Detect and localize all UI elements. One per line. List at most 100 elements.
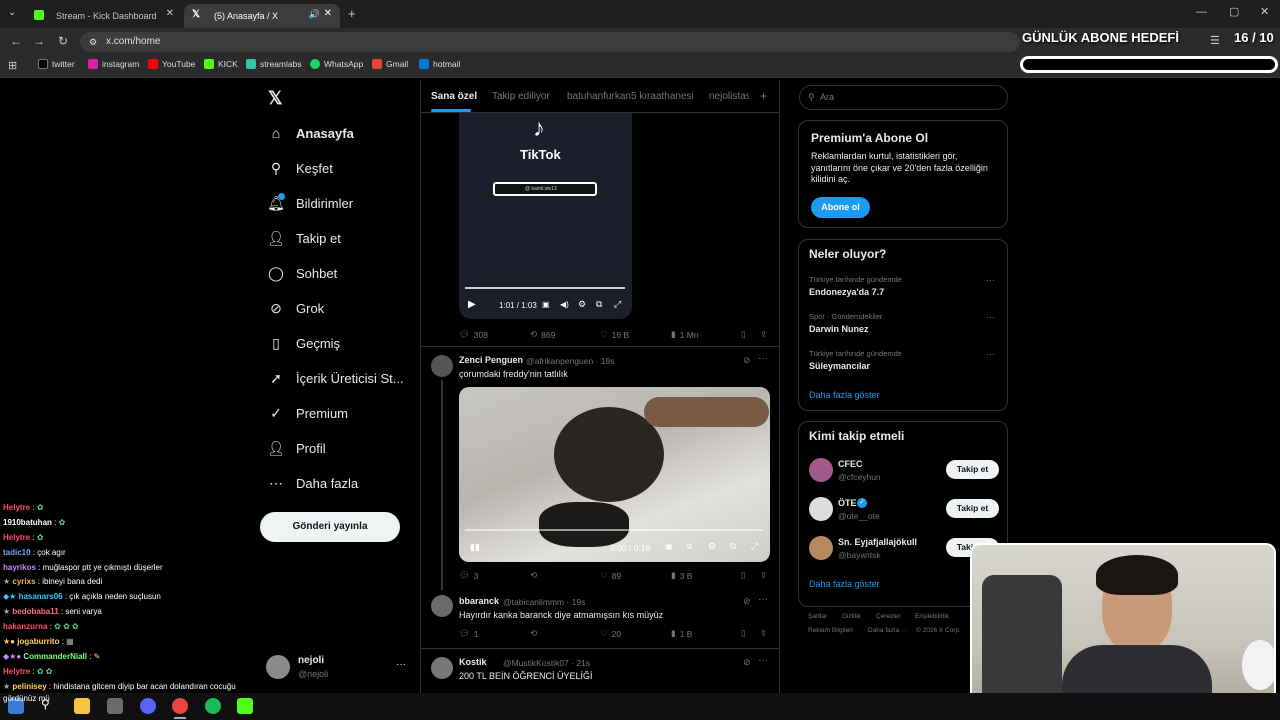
bookmark-hotmail[interactable]: hotmail	[419, 59, 460, 69]
share-icon[interactable]: ⇪	[760, 329, 767, 340]
menu-icon[interactable]: ☰	[1210, 34, 1220, 47]
search-input[interactable]: ⚲ Ara	[799, 85, 1008, 110]
trend-more-icon[interactable]: ···	[986, 312, 995, 322]
repost-action[interactable]: ⟲ 869	[530, 329, 555, 340]
suggested-user-name[interactable]: ÖTE	[838, 498, 857, 508]
repost-action[interactable]: ⟲	[530, 570, 537, 581]
views-action[interactable]: ▮ 1 B	[671, 628, 692, 639]
new-tab-button[interactable]: +	[348, 6, 356, 21]
footer-link-accessibility[interactable]: Erişilebilirlik	[915, 613, 949, 620]
avatar[interactable]	[809, 458, 833, 482]
like-action[interactable]: ♡ 20	[600, 628, 621, 639]
footer-link-terms[interactable]: Şartlar	[808, 613, 827, 620]
suggested-user-name[interactable]: Sn. Eyjafjallajökull	[838, 537, 917, 547]
grok-icon[interactable]: ⊘	[743, 596, 751, 607]
avatar[interactable]	[809, 536, 833, 560]
tweet-author[interactable]: Zenci Penguen	[459, 355, 523, 365]
avatar[interactable]	[809, 497, 833, 521]
footer-link-ads[interactable]: Reklam Bilgileri	[808, 627, 853, 634]
settings-icon[interactable]: ⚙	[708, 541, 716, 552]
chrome-icon[interactable]	[172, 698, 188, 714]
bookmark-kick[interactable]: KICK	[204, 59, 238, 69]
file-explorer-icon[interactable]	[74, 698, 90, 714]
pause-icon[interactable]: ▮▮	[470, 542, 480, 553]
post-button[interactable]: Gönderi yayınla	[260, 512, 400, 542]
close-icon[interactable]: ✕	[324, 8, 332, 19]
more-icon[interactable]: ···	[758, 353, 768, 364]
sidebar-item-explore[interactable]: ⚲ Keşfet	[268, 160, 333, 176]
grok-icon[interactable]: ⊘	[743, 657, 751, 668]
bookmark-action-icon[interactable]: ▯	[741, 329, 746, 340]
footer-link-cookies[interactable]: Çerezler	[876, 613, 901, 620]
sidebar-item-premium[interactable]: ✓ Premium	[268, 405, 348, 421]
restore-button[interactable]: ▢	[1229, 5, 1239, 18]
tab-following[interactable]: Takip ediliyor	[492, 91, 550, 102]
footer-link-privacy[interactable]: Gizlilik	[842, 613, 861, 620]
settings-icon[interactable]: ⚙	[578, 299, 586, 310]
bookmark-gmail[interactable]: Gmail	[372, 59, 408, 69]
more-icon[interactable]: ···	[758, 594, 768, 605]
play-icon[interactable]: ▶	[468, 299, 476, 310]
tab-list-kiraathanesi[interactable]: batuhanfurkan5 kıraathanesi	[567, 91, 694, 102]
captions-icon[interactable]: ▣	[542, 300, 550, 309]
reload-icon[interactable]: ↻	[58, 34, 68, 48]
discord-icon[interactable]	[140, 698, 156, 714]
video-progress-bar[interactable]	[465, 529, 763, 531]
pip-icon[interactable]: ⧉	[730, 541, 736, 552]
bookmark-action-icon[interactable]: ▯	[741, 570, 746, 581]
tab-kick-dashboard[interactable]: Stream - Kick Dashboard ✕	[26, 4, 182, 28]
avatar[interactable]	[266, 655, 290, 679]
sidebar-item-more[interactable]: ⋯ Daha fazla	[268, 475, 358, 491]
bookmark-action-icon[interactable]: ▯	[741, 628, 746, 639]
share-icon[interactable]: ⇪	[760, 628, 767, 639]
pip-icon[interactable]: ⧉	[596, 299, 602, 310]
follow-button[interactable]: Takip et	[946, 460, 999, 479]
sidebar-item-creator-studio[interactable]: ➚ İçerik Üreticisi St...	[268, 370, 404, 386]
forward-icon[interactable]: →	[33, 34, 45, 48]
trends-show-more[interactable]: Daha fazla göster	[809, 390, 880, 400]
kick-app-icon[interactable]	[237, 698, 253, 714]
tweet-author[interactable]: Kostik	[459, 657, 487, 667]
tab-list-nejolistas[interactable]: nejolistas	[709, 91, 749, 102]
bookmark-instagram[interactable]: instagram	[88, 59, 139, 69]
bookmark-whatsapp[interactable]: WhatsApp	[310, 59, 363, 69]
trend-title[interactable]: Darwin Nunez	[809, 324, 869, 334]
grok-icon[interactable]: ⊘	[743, 355, 751, 366]
app-icon[interactable]	[107, 698, 123, 714]
fullscreen-icon[interactable]: ⤢	[614, 299, 621, 310]
close-icon[interactable]: ✕	[166, 8, 174, 19]
account-menu-icon[interactable]: ···	[396, 659, 406, 670]
tweet-video[interactable]: ▮▮ 0:00 / 0:18 ▣ ⊘ ⚙ ⧉ ⤢	[459, 387, 770, 562]
minimize-button[interactable]: —	[1196, 6, 1207, 18]
sidebar-item-profile[interactable]: 👤︎ Profil	[267, 440, 326, 456]
url-field[interactable]: ⚙ x.com/home	[80, 32, 1020, 52]
video-progress-bar[interactable]	[465, 287, 625, 289]
repost-action[interactable]: ⟲	[530, 628, 537, 639]
site-info-icon[interactable]: ⚙	[89, 32, 97, 52]
sidebar-item-chat[interactable]: ◯ Sohbet	[268, 265, 337, 281]
sidebar-item-home[interactable]: ⌂ Anasayfa	[268, 125, 354, 141]
suggested-user-name[interactable]: CFEC	[838, 459, 863, 469]
avatar[interactable]	[431, 657, 453, 679]
sidebar-item-grok[interactable]: ⊘ Grok	[268, 300, 324, 316]
like-action[interactable]: ♡ 16 B	[600, 329, 629, 340]
more-icon[interactable]: ···	[758, 655, 768, 666]
bookmark-twitter[interactable]: twitter	[38, 59, 75, 69]
follow-button[interactable]: Takip et	[946, 499, 999, 518]
trend-title[interactable]: Endonezya'da 7.7	[809, 287, 884, 297]
captions-icon[interactable]: ▣	[665, 542, 673, 551]
tweet-author[interactable]: bbaranck	[459, 596, 499, 606]
avatar[interactable]	[431, 595, 453, 617]
account-name[interactable]: nejoli	[298, 655, 324, 666]
audio-icon[interactable]: 🔊	[309, 9, 320, 20]
views-action[interactable]: ▮ 3 B	[671, 570, 692, 581]
mute-icon[interactable]: ⊘	[686, 542, 693, 551]
reply-action[interactable]: 💬︎ 1	[459, 628, 479, 639]
avatar[interactable]	[431, 355, 453, 377]
sidebar-item-follow[interactable]: 👤︎ Takip et	[267, 230, 341, 246]
subscribe-button[interactable]: Abone ol	[811, 197, 870, 218]
tab-for-you[interactable]: Sana özel	[431, 91, 477, 102]
apps-icon[interactable]: ⊞	[8, 59, 17, 72]
reply-action[interactable]: 💬︎ 308	[459, 329, 488, 340]
views-action[interactable]: ▮ 1 Mn	[671, 329, 699, 340]
